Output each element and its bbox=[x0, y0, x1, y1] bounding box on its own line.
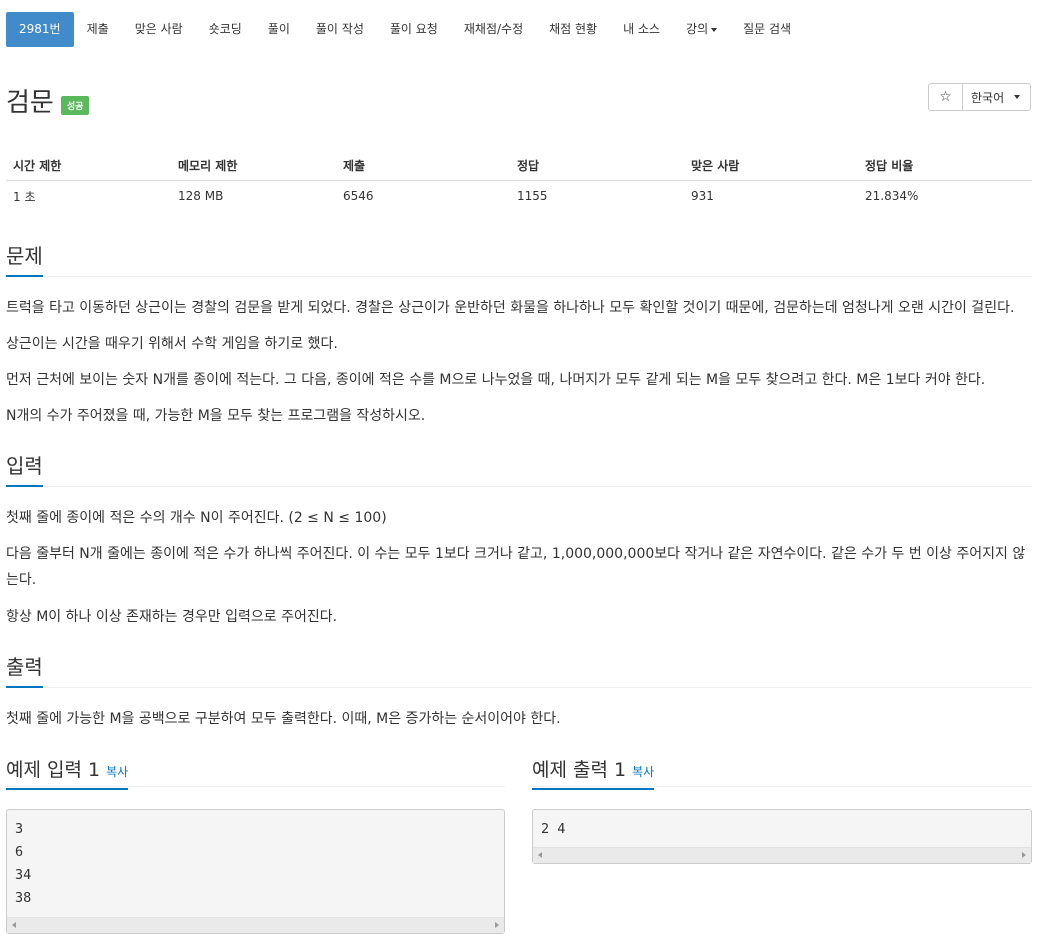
sample-input-line: 3 bbox=[15, 821, 24, 837]
sample-input-label: 예제 입력 1 bbox=[6, 759, 101, 781]
problem-title: 검문 bbox=[6, 88, 54, 118]
info-memory-limit: 128 MB bbox=[178, 189, 224, 203]
nav-lectures-label: 강의 bbox=[686, 22, 709, 36]
nav-problem-number[interactable]: 2981번 bbox=[6, 12, 74, 47]
star-icon: ☆ bbox=[939, 89, 952, 105]
input-paragraph: 다음 줄부터 N개 줄에는 종이에 적은 수가 하나씩 주어진다. 이 수는 모… bbox=[6, 546, 1026, 588]
output-heading: 출력 bbox=[6, 651, 43, 688]
sample-input-line: 6 bbox=[15, 844, 24, 860]
caret-down-icon bbox=[1014, 95, 1020, 99]
sample-input-line: 34 bbox=[15, 867, 32, 883]
problem-paragraph: N개의 수가 주어졌을 때, 가능한 M을 모두 찾는 프로그램을 작성하시오. bbox=[6, 408, 426, 424]
input-paragraph: 항상 M이 하나 이상 존재하는 경우만 입력으로 주어진다. bbox=[6, 609, 338, 625]
problem-info-table: 시간 제한 메모리 제한 제출 정답 맞은 사람 정답 비율 1 초 128 M… bbox=[6, 150, 1032, 211]
output-section-header: 출력 bbox=[6, 651, 1032, 688]
title-button-group: ☆ 한국어 bbox=[928, 83, 1031, 111]
nav-short-coding[interactable]: 숏코딩 bbox=[196, 12, 255, 47]
info-header-row: 시간 제한 메모리 제한 제출 정답 맞은 사람 정답 비율 bbox=[6, 150, 1032, 181]
scroll-left-icon[interactable] bbox=[12, 922, 16, 928]
info-submissions: 6546 bbox=[343, 189, 374, 203]
info-header-ratio: 정답 비율 bbox=[858, 150, 1032, 181]
scroll-right-icon[interactable] bbox=[495, 922, 499, 928]
scroll-right-icon[interactable] bbox=[1022, 852, 1026, 858]
problem-paragraph: 상근이는 시간을 때우기 위해서 수학 게임을 하기로 했다. bbox=[6, 336, 338, 352]
nav-rejudge[interactable]: 재채점/수정 bbox=[451, 12, 536, 47]
output-paragraph: 첫째 줄에 가능한 M을 공백으로 구분하여 모두 출력한다. 이때, M은 증… bbox=[6, 711, 561, 727]
input-heading: 입력 bbox=[6, 450, 43, 487]
nav-solutions[interactable]: 풀이 bbox=[255, 12, 303, 47]
problem-paragraph: 먼저 근처에 보이는 숫자 N개를 종이에 적는다. 그 다음, 종이에 적은 … bbox=[6, 372, 986, 388]
status-badge: 성공 bbox=[60, 96, 90, 115]
nav-submit[interactable]: 제출 bbox=[74, 12, 122, 47]
sample-input-scrollbar[interactable] bbox=[7, 917, 504, 933]
info-header-memory-limit: 메모리 제한 bbox=[171, 150, 336, 181]
nav-my-source[interactable]: 내 소스 bbox=[610, 12, 673, 47]
nav-lectures-dropdown[interactable]: 강의 bbox=[673, 12, 730, 47]
input-paragraph: 첫째 줄에 종이에 적은 수의 개수 N이 주어진다. (2 ≤ N ≤ 100… bbox=[6, 510, 387, 526]
input-section-header: 입력 bbox=[6, 450, 1032, 487]
info-header-time-limit: 시간 제한 bbox=[6, 150, 171, 181]
info-accepted: 1155 bbox=[517, 189, 548, 203]
info-time-limit: 1 초 bbox=[13, 189, 36, 204]
sample-input-box[interactable]: 3 6 34 38 bbox=[6, 809, 505, 934]
language-dropdown[interactable]: 한국어 bbox=[962, 83, 1031, 111]
problem-heading: 문제 bbox=[6, 240, 43, 277]
nav-request-solution[interactable]: 풀이 요청 bbox=[377, 12, 451, 47]
problem-paragraph: 트럭을 타고 이동하던 상근이는 경찰의 검문을 받게 되었다. 경찰은 상근이… bbox=[6, 300, 1015, 316]
problem-title-row: 검문 성공 bbox=[6, 82, 90, 119]
info-header-accepted: 정답 bbox=[510, 150, 684, 181]
caret-down-icon bbox=[711, 27, 718, 32]
scroll-left-icon[interactable] bbox=[538, 852, 542, 858]
sample-input-title: 예제 입력 1 복사 bbox=[6, 755, 129, 790]
copy-input-button[interactable]: 복사 bbox=[106, 765, 128, 779]
favorite-button[interactable]: ☆ bbox=[928, 83, 963, 111]
sample-output-label: 예제 출력 1 bbox=[532, 759, 627, 781]
info-value-row: 1 초 128 MB 6546 1155 931 21.834% bbox=[6, 181, 1032, 212]
nav-write-solution[interactable]: 풀이 작성 bbox=[303, 12, 377, 47]
sample-output-title: 예제 출력 1 복사 bbox=[532, 755, 655, 790]
sample-input-line: 38 bbox=[15, 890, 32, 906]
info-header-solvers: 맞은 사람 bbox=[684, 150, 858, 181]
problem-menu: 2981번 제출 맞은 사람 숏코딩 풀이 풀이 작성 풀이 요청 재채점/수정… bbox=[6, 12, 804, 47]
sample-output-scrollbar[interactable] bbox=[533, 847, 1031, 863]
info-solvers: 931 bbox=[691, 189, 714, 203]
info-ratio: 21.834% bbox=[865, 189, 919, 203]
nav-question-search[interactable]: 질문 검색 bbox=[730, 12, 804, 47]
copy-output-button[interactable]: 복사 bbox=[632, 765, 654, 779]
nav-status[interactable]: 채점 현황 bbox=[536, 12, 610, 47]
problem-section-header: 문제 bbox=[6, 240, 1032, 277]
nav-solved-users[interactable]: 맞은 사람 bbox=[122, 12, 196, 47]
sample-output-line: 2 4 bbox=[541, 821, 566, 837]
sample-output-box[interactable]: 2 4 bbox=[532, 809, 1032, 864]
language-label: 한국어 bbox=[971, 90, 1005, 105]
info-header-submissions: 제출 bbox=[336, 150, 510, 181]
